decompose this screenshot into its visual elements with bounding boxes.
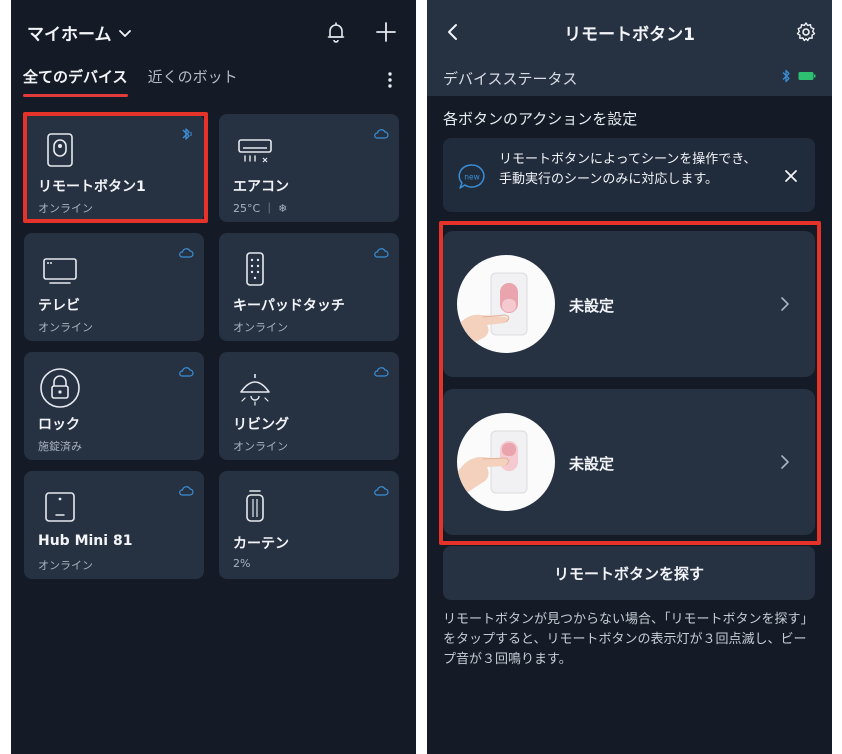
lock-icon bbox=[40, 368, 80, 408]
device-status: 25°C ｜ ❄ bbox=[233, 202, 288, 215]
header: リモートボタン1 デバイスステータス bbox=[427, 0, 832, 96]
device-status: オンライン bbox=[233, 440, 288, 453]
device-status: オンライン bbox=[233, 321, 288, 334]
device-name: テレビ bbox=[38, 298, 80, 314]
device-card-air-conditioner[interactable]: エアコン 25°C ｜ ❄ bbox=[219, 114, 399, 222]
device-name: キーパッドタッチ bbox=[233, 298, 345, 314]
device-status: 施錠済み bbox=[38, 440, 82, 453]
help-text: リモートボタンが見つからない場合、「リモートボタンを探す」をタップすると、リモー… bbox=[443, 612, 814, 667]
new-badge: new bbox=[464, 173, 480, 182]
cloud-icon bbox=[374, 486, 389, 496]
device-card-tv[interactable]: テレビ オンライン bbox=[24, 233, 204, 341]
device-status: 2% bbox=[233, 557, 251, 570]
tab-all-devices[interactable]: 全てのデバイス bbox=[23, 66, 128, 97]
tv-icon bbox=[43, 258, 77, 284]
device-card-living[interactable]: リビング オンライン bbox=[219, 352, 399, 460]
device-card-lock[interactable]: ロック 施錠済み bbox=[24, 352, 204, 460]
cloud-icon bbox=[374, 129, 389, 139]
device-card-curtain[interactable]: カーテン 2% bbox=[219, 471, 399, 579]
battery-icon bbox=[798, 72, 816, 80]
bluetooth-icon bbox=[782, 69, 790, 83]
device-name: ロック bbox=[38, 417, 80, 433]
home-selector[interactable]: マイホーム bbox=[27, 20, 132, 45]
device-status-indicators bbox=[780, 69, 816, 83]
notice-banner: new リモートボタンによってシーンを操作でき、手動実行のシーンのみに対応します… bbox=[443, 138, 815, 212]
notice-text: リモートボタンによってシーンを操作でき、手動実行のシーンのみに対応します。 bbox=[499, 152, 757, 187]
close-icon[interactable] bbox=[783, 168, 799, 184]
curtain-icon bbox=[246, 490, 264, 522]
home-title: マイホーム bbox=[27, 25, 112, 45]
device-status-label: デバイスステータス bbox=[443, 70, 578, 88]
device-status: オンライン bbox=[38, 559, 93, 572]
chevron-down-icon bbox=[118, 29, 131, 37]
device-name: カーテン bbox=[233, 536, 289, 552]
cloud-icon bbox=[179, 367, 194, 377]
new-chat-icon: new bbox=[458, 164, 485, 189]
gear-icon[interactable] bbox=[794, 20, 818, 44]
cloud-icon bbox=[179, 486, 194, 496]
cloud-icon bbox=[374, 367, 389, 377]
device-name: エアコン bbox=[233, 179, 289, 195]
device-status: オンライン bbox=[38, 321, 93, 334]
ceiling-light-icon bbox=[240, 374, 270, 406]
section-label: 各ボタンのアクションを設定 bbox=[443, 110, 638, 128]
device-card-keypad[interactable]: キーパッドタッチ オンライン bbox=[219, 233, 399, 341]
hub-icon bbox=[45, 492, 75, 522]
add-icon[interactable] bbox=[374, 20, 398, 44]
keypad-icon bbox=[246, 252, 264, 286]
highlight-box bbox=[439, 221, 821, 545]
tab-nearby-bots[interactable]: 近くのボット bbox=[148, 66, 238, 97]
device-name: Hub Mini 81 bbox=[38, 533, 133, 549]
page-title: リモートボタン1 bbox=[564, 25, 695, 45]
more-vertical-icon[interactable] bbox=[380, 70, 400, 90]
device-list-screen: マイホーム 全てのデバイス 近くのボット リモートボタン1 オンライン エアコン… bbox=[11, 0, 416, 754]
cloud-icon bbox=[179, 248, 194, 258]
cloud-icon bbox=[374, 248, 389, 258]
bell-icon[interactable] bbox=[324, 20, 348, 44]
find-remote-button[interactable]: リモートボタンを探す bbox=[443, 546, 815, 600]
device-name: リビング bbox=[233, 417, 289, 433]
device-card-hub-mini[interactable]: Hub Mini 81 オンライン bbox=[24, 471, 204, 579]
air-conditioner-icon bbox=[238, 139, 272, 163]
remote-button-detail-screen: リモートボタン1 デバイスステータス 各ボタンのアクションを設定 new リモー… bbox=[427, 0, 832, 754]
highlight-box bbox=[23, 112, 208, 223]
device-tabs: 全てのデバイス 近くのボット bbox=[23, 66, 238, 97]
